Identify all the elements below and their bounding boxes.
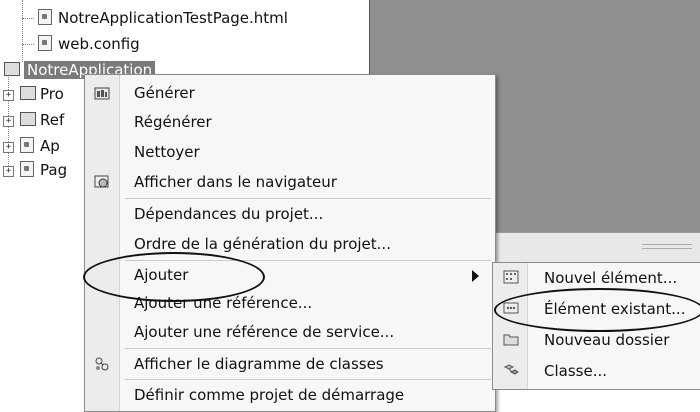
submenu-item-label: Nouveau dossier: [544, 331, 670, 349]
class-diagram-icon: [95, 357, 109, 371]
menu-separator: [125, 379, 491, 380]
menu-item-label: Ajouter: [134, 266, 189, 284]
tree-guide: [22, 18, 34, 19]
submenu-item-classe[interactable]: Classe...: [493, 356, 700, 387]
menu-item-label: Dépendances du projet...: [134, 205, 324, 223]
menu-item-ajouter-reference-service[interactable]: Ajouter une référence de service...: [85, 318, 495, 347]
submenu-item-element-existant[interactable]: Élément existant...: [493, 294, 700, 325]
xaml-file-icon: [20, 137, 34, 153]
submenu-item-label: Classe...: [544, 362, 607, 380]
tree-guide: [22, 0, 23, 62]
existing-item-icon: [503, 302, 519, 314]
tree-item-properties[interactable]: Pro: [20, 84, 64, 104]
browser-icon: [94, 175, 109, 188]
submenu-item-label: Élément existant...: [544, 300, 686, 318]
tree-item-references[interactable]: Ref: [20, 110, 64, 130]
menu-item-label: Générer: [134, 84, 195, 102]
menu-item-ordre-generation[interactable]: Ordre de la génération du projet...: [85, 230, 495, 259]
tree-item-page[interactable]: Pag: [20, 160, 67, 180]
menu-item-ajouter[interactable]: Ajouter: [85, 261, 495, 290]
menu-item-definir-demarrage[interactable]: Définir comme projet de démarrage: [85, 381, 495, 410]
menu-item-label: Définir comme projet de démarrage: [134, 386, 405, 404]
menu-item-label: Ajouter une référence...: [134, 294, 313, 312]
menu-separator: [125, 198, 491, 199]
expand-icon[interactable]: +: [3, 116, 14, 127]
folder-icon: [20, 86, 36, 100]
config-file-icon: [38, 35, 52, 51]
menu-item-label: Afficher le diagramme de classes: [134, 355, 384, 373]
folder-icon: [20, 112, 36, 126]
submenu-arrow-icon: [472, 270, 479, 282]
tree-item-label: Pag: [40, 161, 68, 179]
menu-item-regenerer[interactable]: Régénérer: [85, 108, 495, 137]
menu-item-diagramme-classes[interactable]: Afficher le diagramme de classes: [85, 350, 495, 379]
expand-icon[interactable]: +: [3, 142, 14, 153]
menu-item-ajouter-reference[interactable]: Ajouter une référence...: [85, 289, 495, 318]
tree-item-label: Ref: [40, 111, 65, 129]
tree-item-testpage[interactable]: NotreApplicationTestPage.html: [38, 8, 288, 28]
menu-separator: [125, 348, 491, 349]
xaml-file-icon: [20, 161, 34, 177]
menu-item-dependances[interactable]: Dépendances du projet...: [85, 200, 495, 229]
tree-item-label: web.config: [58, 35, 140, 53]
tree-guide: [22, 44, 34, 45]
menu-item-label: Ajouter une référence de service...: [134, 323, 395, 341]
class-icon: [503, 364, 519, 375]
tree-item-webconfig[interactable]: web.config: [38, 34, 140, 54]
project-icon: [4, 62, 20, 76]
html-file-icon: [38, 9, 52, 25]
menu-item-label: Nettoyer: [134, 143, 200, 161]
folder-icon: [503, 334, 519, 346]
context-menu: Générer Régénérer Nettoyer Afficher dans…: [84, 74, 496, 412]
menu-item-generer[interactable]: Générer: [85, 79, 495, 108]
tree-item-label: Pro: [40, 85, 64, 103]
expand-icon[interactable]: +: [3, 90, 14, 101]
new-item-icon: [503, 270, 519, 284]
tree-item-label: Ap: [40, 137, 60, 155]
menu-item-label: Ordre de la génération du projet...: [134, 235, 391, 253]
expand-icon[interactable]: +: [3, 166, 14, 177]
submenu-item-label: Nouvel élément...: [544, 269, 678, 287]
tree-item-app[interactable]: Ap: [20, 136, 60, 156]
submenu-item-nouvel-element[interactable]: Nouvel élément...: [493, 263, 700, 294]
menu-item-afficher-navigateur[interactable]: Afficher dans le navigateur: [85, 168, 495, 197]
splitter-grip[interactable]: [642, 244, 692, 249]
menu-item-label: Afficher dans le navigateur: [134, 173, 337, 191]
build-icon: [94, 87, 110, 100]
menu-item-nettoyer[interactable]: Nettoyer: [85, 138, 495, 167]
tree-item-label: NotreApplicationTestPage.html: [58, 9, 288, 27]
menu-item-label: Régénérer: [134, 113, 212, 131]
add-submenu: Nouvel élément... Élément existant... No…: [492, 262, 700, 390]
submenu-item-nouveau-dossier[interactable]: Nouveau dossier: [493, 325, 700, 356]
